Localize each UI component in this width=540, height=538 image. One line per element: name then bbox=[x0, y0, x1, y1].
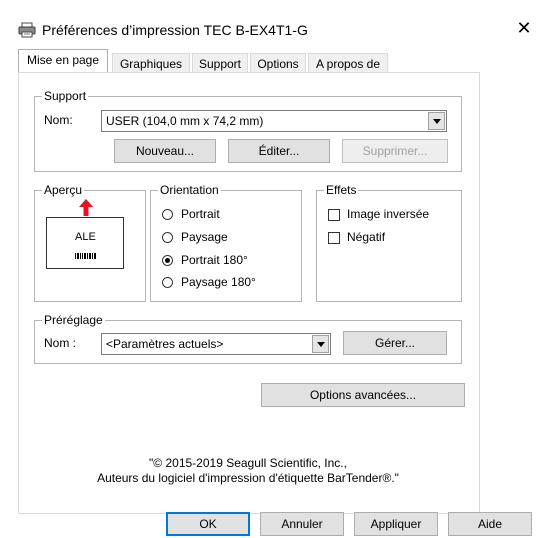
apply-button[interactable]: Appliquer bbox=[354, 512, 438, 536]
preset-name-label: Nom : bbox=[44, 336, 77, 350]
tab-graphiques[interactable]: Graphiques bbox=[112, 53, 190, 73]
window-top-strip bbox=[0, 0, 540, 14]
tab-a-propos[interactable]: A propos de bbox=[308, 53, 388, 73]
tab-label: A propos de bbox=[315, 57, 381, 71]
preview-label-text: ALE bbox=[75, 231, 96, 243]
barcode-icon bbox=[75, 246, 97, 259]
advanced-options-button[interactable]: Options avancées... bbox=[261, 383, 465, 407]
checkbox-label: Négatif bbox=[347, 230, 386, 244]
tab-label: Graphiques bbox=[119, 57, 183, 71]
radio-label: Paysage 180° bbox=[181, 275, 256, 289]
label-preview: ALE bbox=[46, 217, 124, 269]
radio-button[interactable] bbox=[162, 209, 173, 220]
radio-paysage-180[interactable]: Paysage 180° bbox=[160, 275, 290, 291]
tab-label: Options bbox=[257, 57, 299, 71]
manage-button[interactable]: Gérer... bbox=[343, 331, 447, 355]
preview-legend: Aperçu bbox=[42, 183, 85, 197]
window-title: Préférences d’impression TEC B-EX4T1-G bbox=[42, 22, 308, 38]
preset-dropdown-button[interactable] bbox=[312, 335, 329, 353]
new-button[interactable]: Nouveau... bbox=[114, 139, 216, 163]
copyright-line-1: "© 2015-2019 Seagull Scientific, Inc., bbox=[149, 456, 347, 470]
support-dropdown-button[interactable] bbox=[428, 112, 445, 130]
checkbox-negatif[interactable]: Négatif bbox=[326, 230, 456, 246]
radio-button[interactable] bbox=[162, 255, 173, 266]
printer-icon bbox=[18, 22, 36, 38]
checkbox-image-inversee[interactable]: Image inversée bbox=[326, 207, 456, 223]
ok-button[interactable]: OK bbox=[166, 512, 250, 536]
support-name-label: Nom: bbox=[44, 113, 73, 127]
preset-name-value: <Paramètres actuels> bbox=[106, 337, 224, 351]
tab-label: Mise en page bbox=[26, 53, 100, 67]
support-name-value: USER (104,0 mm x 74,2 mm) bbox=[106, 114, 264, 128]
tab-options[interactable]: Options bbox=[250, 53, 306, 73]
radio-label: Portrait bbox=[181, 207, 220, 221]
orientation-arrow-icon bbox=[78, 199, 94, 217]
orientation-legend: Orientation bbox=[158, 183, 221, 197]
radio-paysage[interactable]: Paysage bbox=[160, 230, 290, 246]
preset-name-select[interactable]: <Paramètres actuels> bbox=[101, 333, 331, 355]
radio-button[interactable] bbox=[162, 277, 173, 288]
radio-portrait-180[interactable]: Portrait 180° bbox=[160, 253, 290, 269]
chevron-down-icon bbox=[317, 342, 325, 347]
delete-button[interactable]: Supprimer... bbox=[342, 139, 448, 163]
radio-button[interactable] bbox=[162, 232, 173, 243]
radio-label: Paysage bbox=[181, 230, 228, 244]
preset-legend: Préréglage bbox=[42, 313, 105, 327]
close-button[interactable]: ✕ bbox=[511, 16, 537, 42]
cancel-button[interactable]: Annuler bbox=[260, 512, 344, 536]
radio-label: Portrait 180° bbox=[181, 253, 248, 267]
effects-legend: Effets bbox=[324, 183, 359, 197]
checkbox[interactable] bbox=[328, 232, 340, 244]
radio-portrait[interactable]: Portrait bbox=[160, 207, 290, 223]
tab-mise-en-page[interactable]: Mise en page bbox=[18, 49, 108, 73]
tab-support[interactable]: Support bbox=[192, 53, 248, 73]
checkbox[interactable] bbox=[328, 209, 340, 221]
support-name-select[interactable]: USER (104,0 mm x 74,2 mm) bbox=[101, 110, 447, 132]
chevron-down-icon bbox=[433, 119, 441, 124]
support-legend: Support bbox=[42, 89, 89, 103]
copyright-line-2: Auteurs du logiciel d'impression d'étiqu… bbox=[97, 471, 399, 485]
help-button[interactable]: Aide bbox=[448, 512, 532, 536]
edit-button[interactable]: Éditer... bbox=[228, 139, 330, 163]
tab-label: Support bbox=[198, 57, 242, 71]
checkbox-label: Image inversée bbox=[347, 207, 430, 221]
